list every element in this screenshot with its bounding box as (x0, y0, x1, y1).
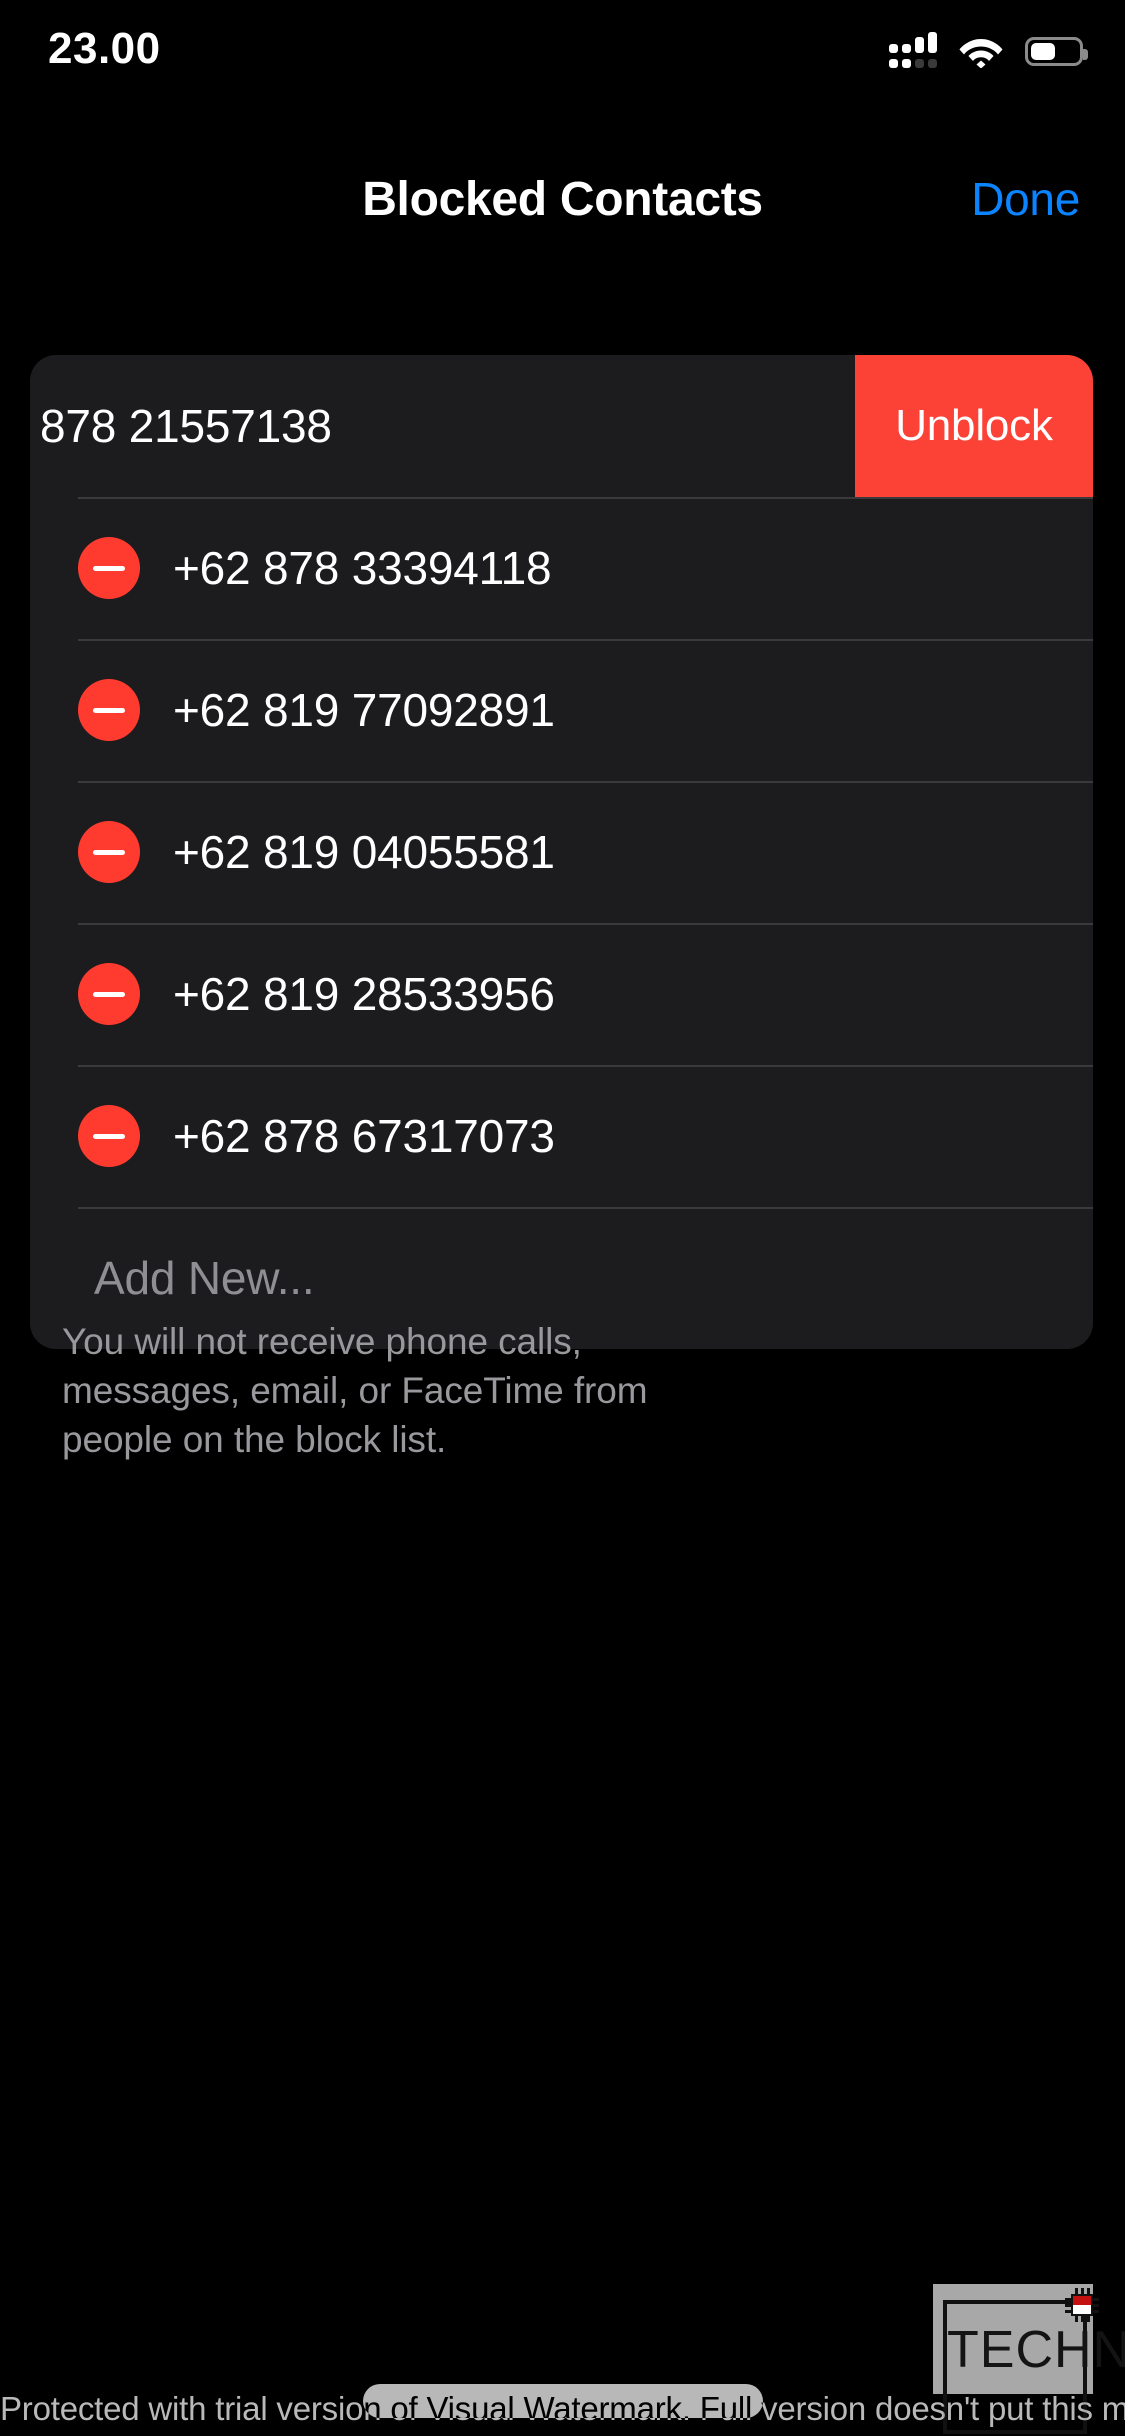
table-row-label: +62 878 67317073 (173, 1110, 555, 1162)
page-title: Blocked Contacts (362, 173, 763, 226)
minus-circle-icon[interactable] (78, 1105, 140, 1167)
table-row[interactable]: +62 819 04055581 (30, 781, 1093, 923)
unblock-button[interactable]: Unblock (855, 355, 1093, 497)
minus-circle-icon[interactable] (78, 821, 140, 883)
watermark-notice: Protected with trial version of Visual W… (0, 2390, 1125, 2427)
table-row-swiped[interactable]: 2 878 21557138 Unblock (30, 355, 1093, 497)
table-row-label: +62 819 77092891 (173, 684, 555, 736)
done-button[interactable]: Done (971, 172, 1080, 226)
table-row-label: 2 878 21557138 (30, 400, 332, 452)
wifi-icon (959, 34, 1003, 69)
table-row[interactable]: +62 878 33394118 (30, 497, 1093, 639)
chip-icon (1065, 2288, 1099, 2322)
blocked-contacts-card: 2 878 21557138 Unblock +62 878 33394118 … (30, 355, 1093, 1349)
phone-screen: 23.00 Blocked Contacts Done 2 878 215571… (0, 0, 1125, 2436)
minus-circle-icon[interactable] (78, 679, 140, 741)
table-row-label: +62 878 33394118 (173, 542, 552, 594)
watermark-notice-wrap: Protected with trial version of Visual W… (0, 2366, 1125, 2436)
row-separator (78, 1207, 1093, 1209)
table-row[interactable]: +62 819 28533956 (30, 923, 1093, 1065)
table-row-label: +62 819 04055581 (173, 826, 555, 878)
add-new-label: Add New... (94, 1252, 315, 1304)
navigation-bar: Blocked Contacts Done (0, 172, 1125, 242)
minus-circle-icon[interactable] (78, 963, 140, 1025)
cellular-signal-icon (889, 32, 937, 70)
row-separator (78, 497, 1093, 499)
row-separator (78, 1065, 1093, 1067)
table-row[interactable]: +62 819 77092891 (30, 639, 1093, 781)
row-separator (78, 639, 1093, 641)
table-row[interactable]: +62 878 67317073 (30, 1065, 1093, 1207)
row-separator (78, 781, 1093, 783)
status-bar-indicators (889, 30, 1088, 72)
battery-icon (1025, 36, 1088, 66)
table-row-label: +62 819 28533956 (173, 968, 555, 1020)
footer-note: You will not receive phone calls, messag… (62, 1321, 648, 1460)
row-separator (78, 923, 1093, 925)
status-bar-time: 23.00 (48, 24, 161, 73)
status-bar: 23.00 (0, 0, 1125, 96)
minus-circle-icon[interactable] (78, 537, 140, 599)
